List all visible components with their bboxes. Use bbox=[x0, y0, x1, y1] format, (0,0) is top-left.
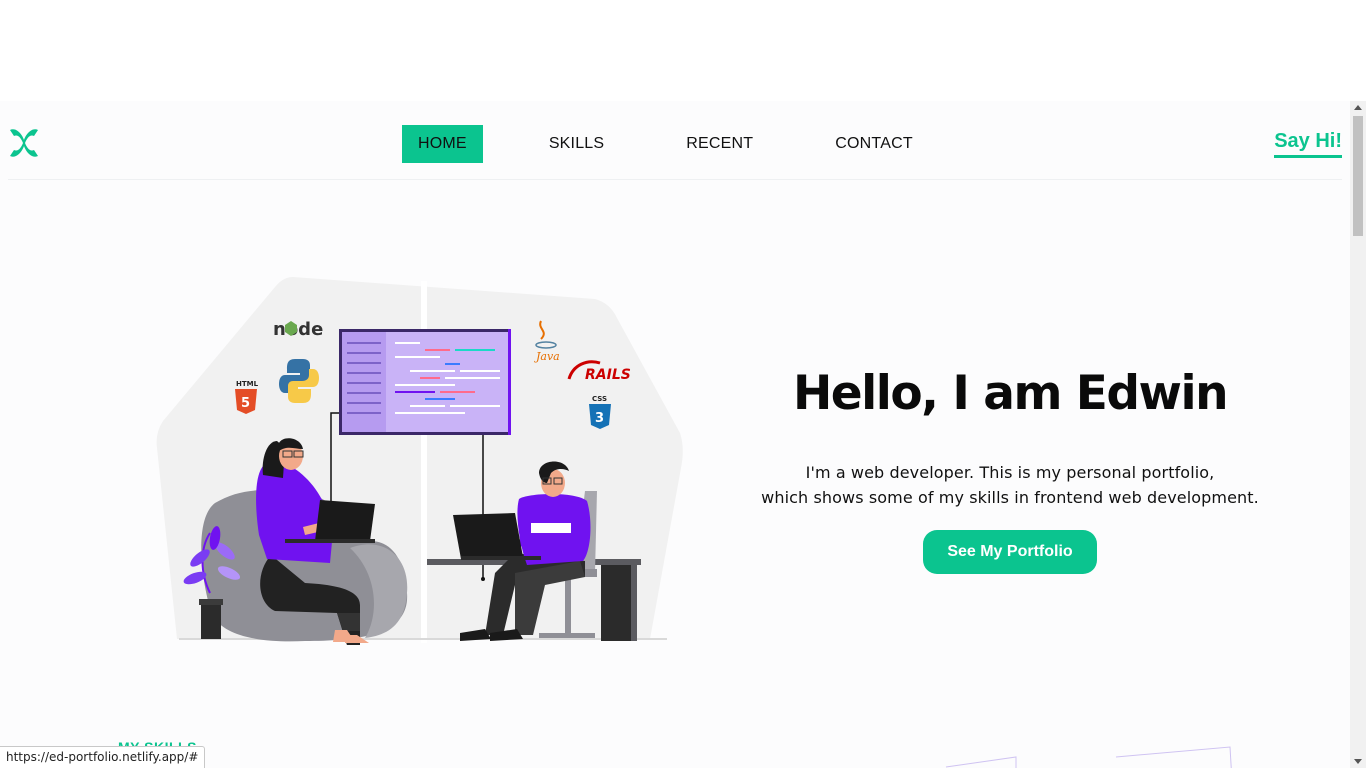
hero-text: Hello, I am Edwin I'm a web developer. T… bbox=[760, 366, 1260, 575]
svg-text:node: node bbox=[273, 319, 323, 340]
svg-text:5: 5 bbox=[241, 396, 250, 411]
scrollbar-thumb[interactable] bbox=[1353, 116, 1363, 236]
hero-description: I'm a web developer. This is my personal… bbox=[760, 460, 1260, 510]
scroll-up-arrow-icon[interactable] bbox=[1354, 105, 1362, 110]
logo-icon[interactable] bbox=[8, 126, 40, 160]
say-hi-link[interactable]: Say Hi! bbox=[1274, 130, 1342, 158]
see-portfolio-button[interactable]: See My Portfolio bbox=[923, 530, 1097, 575]
scroll-down-arrow-icon[interactable] bbox=[1354, 759, 1362, 764]
hero-desc-line2: which shows some of my skills in fronten… bbox=[761, 488, 1259, 508]
svg-text:3: 3 bbox=[595, 411, 604, 426]
svg-text:CSS: CSS bbox=[592, 395, 607, 403]
svg-text:Java: Java bbox=[534, 350, 560, 363]
node-logo-icon: node bbox=[273, 319, 323, 340]
nav-contact[interactable]: CONTACT bbox=[819, 125, 929, 163]
hero-title: Hello, I am Edwin bbox=[792, 366, 1229, 421]
decorative-cards bbox=[945, 746, 1232, 768]
vertical-scrollbar[interactable] bbox=[1350, 101, 1366, 768]
svg-text:HTML: HTML bbox=[236, 380, 259, 388]
html5-logo-icon: HTML 5 bbox=[235, 380, 259, 414]
status-bar-url: https://ed-portfolio.netlify.app/# bbox=[0, 746, 206, 768]
main-nav: HOME SKILLS RECENT CONTACT bbox=[402, 125, 929, 163]
hero-desc-line1: I'm a web developer. This is my personal… bbox=[805, 463, 1215, 483]
navbar: HOME SKILLS RECENT CONTACT Say Hi! bbox=[0, 101, 1350, 180]
nav-home[interactable]: HOME bbox=[402, 125, 483, 163]
monitor-icon bbox=[339, 329, 511, 435]
page: HOME SKILLS RECENT CONTACT Say Hi! node … bbox=[0, 101, 1350, 768]
nav-divider bbox=[8, 179, 1342, 180]
nav-skills[interactable]: SKILLS bbox=[533, 125, 620, 163]
nav-recent[interactable]: RECENT bbox=[670, 125, 769, 163]
svg-text:RAILS: RAILS bbox=[585, 367, 631, 383]
hero-illustration: node HTML 5 Java RAILS CSS 3 bbox=[156, 277, 683, 645]
